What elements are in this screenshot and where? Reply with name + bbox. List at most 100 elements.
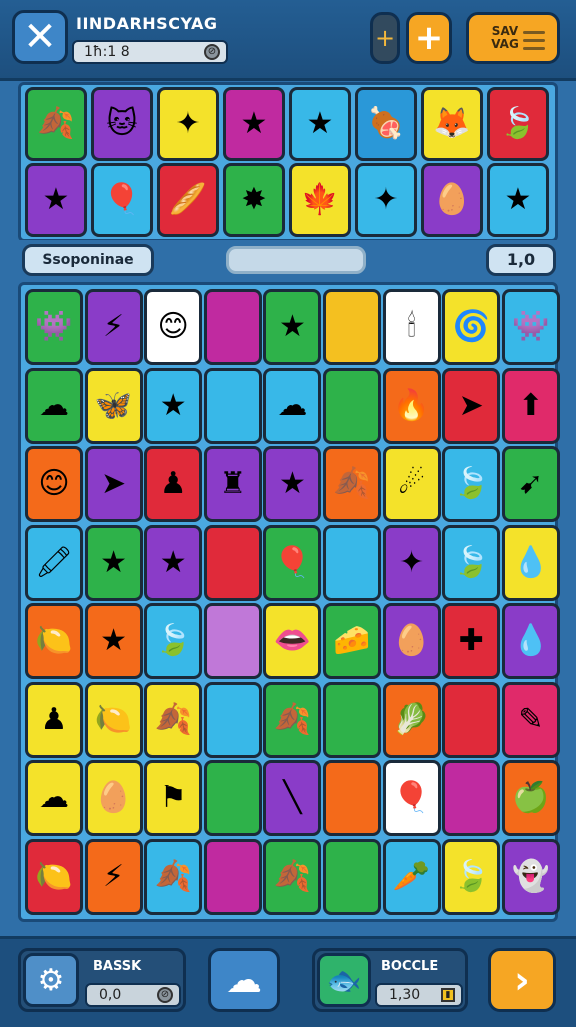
game-tile[interactable]: ♟: [25, 681, 83, 758]
game-tile[interactable]: 🥚: [421, 163, 483, 237]
game-tile[interactable]: 🍂: [144, 681, 203, 758]
game-tile[interactable]: [203, 603, 262, 679]
game-tile[interactable]: 🍃: [487, 87, 549, 161]
game-tile[interactable]: ★: [144, 524, 203, 601]
game-tile[interactable]: [442, 760, 501, 836]
game-tile[interactable]: ★: [144, 367, 203, 444]
game-tile[interactable]: 😊: [144, 289, 203, 365]
bask-button[interactable]: ⚙: [23, 953, 79, 1007]
game-tile[interactable]: [203, 838, 262, 915]
game-tile[interactable]: 🍏: [501, 760, 560, 836]
game-tile[interactable]: 🦋: [84, 367, 143, 444]
game-tile[interactable]: ☁: [25, 760, 83, 836]
game-tile[interactable]: ★: [84, 524, 143, 601]
toggle-button[interactable]: +: [370, 12, 400, 64]
game-tile[interactable]: 🥕: [382, 838, 441, 915]
game-tile[interactable]: ♟: [144, 446, 203, 522]
add-button[interactable]: +: [406, 12, 452, 64]
game-tile[interactable]: 🔥: [382, 367, 441, 444]
save-button[interactable]: SAV VAG: [466, 12, 560, 64]
game-tile[interactable]: ★: [25, 163, 87, 237]
game-tile[interactable]: 🥚: [84, 760, 143, 836]
game-tile[interactable]: 👾: [25, 289, 83, 365]
game-tile[interactable]: 🍃: [442, 524, 501, 601]
game-tile[interactable]: ⚑: [144, 760, 203, 836]
game-tile[interactable]: 🍂: [323, 446, 381, 522]
game-tile[interactable]: [203, 289, 262, 365]
game-tile[interactable]: 🐱: [91, 87, 153, 161]
game-tile[interactable]: [442, 681, 501, 758]
game-tile[interactable]: 🍃: [442, 838, 501, 915]
game-tile[interactable]: [323, 681, 381, 758]
game-tile[interactable]: 🍖: [355, 87, 417, 161]
game-tile[interactable]: 🍃: [442, 446, 501, 522]
game-tile[interactable]: 🍋: [25, 603, 83, 679]
game-tile[interactable]: ☄: [382, 446, 441, 522]
game-tile[interactable]: ★: [84, 603, 143, 679]
game-tile[interactable]: 💧: [501, 524, 560, 601]
game-tile[interactable]: ✚: [442, 603, 501, 679]
game-tile[interactable]: 🎈: [382, 760, 441, 836]
game-tile[interactable]: ☁: [25, 367, 83, 444]
cloud-icon: ☁: [39, 387, 69, 423]
game-tile[interactable]: ✦: [382, 524, 441, 601]
game-tile[interactable]: 🍂: [25, 87, 87, 161]
game-tile[interactable]: 🧀: [323, 603, 381, 679]
game-tile[interactable]: 🕯: [382, 289, 441, 365]
game-tile[interactable]: 🍂: [263, 838, 322, 915]
game-tile[interactable]: [323, 760, 381, 836]
game-tile[interactable]: 👾: [501, 289, 560, 365]
game-tile[interactable]: ♜: [203, 446, 262, 522]
game-tile[interactable]: ★: [263, 289, 322, 365]
game-tile[interactable]: ✸: [223, 163, 285, 237]
game-tile[interactable]: 🎈: [263, 524, 322, 601]
game-tile[interactable]: 🥚: [382, 603, 441, 679]
game-tile[interactable]: ✎: [501, 681, 560, 758]
game-tile[interactable]: 🍂: [144, 838, 203, 915]
game-tile[interactable]: [203, 681, 262, 758]
game-tile[interactable]: 🖍: [25, 524, 83, 601]
game-tile[interactable]: 🥬: [382, 681, 441, 758]
close-button[interactable]: ✕: [12, 10, 68, 64]
game-tile[interactable]: 🥖: [157, 163, 219, 237]
game-tile[interactable]: ★: [223, 87, 285, 161]
game-tile[interactable]: 👄: [263, 603, 322, 679]
game-tile[interactable]: ★: [289, 87, 351, 161]
game-tile[interactable]: 🍋: [25, 838, 83, 915]
game-tile[interactable]: 🍂: [263, 681, 322, 758]
game-tile[interactable]: ➹: [501, 446, 560, 522]
next-button[interactable]: ›: [488, 948, 556, 1012]
game-tile[interactable]: 🍋: [84, 681, 143, 758]
game-tile[interactable]: [203, 524, 262, 601]
game-tile[interactable]: 🍁: [289, 163, 351, 237]
game-tile[interactable]: ★: [263, 446, 322, 522]
game-tile[interactable]: ✦: [157, 87, 219, 161]
boccle-button[interactable]: 🐟: [317, 953, 371, 1007]
game-tile[interactable]: ➤: [442, 367, 501, 444]
game-tile[interactable]: 🍃: [144, 603, 203, 679]
game-tile[interactable]: 👻: [501, 838, 560, 915]
tile-tray: 🍂 🐱 ✦ ★ ★ 🍖 🦊 🍃 ★ 🎈 🥖 ✸ 🍁 ✦ 🥚 ★: [18, 82, 558, 242]
game-tile[interactable]: ⚡: [84, 838, 143, 915]
game-tile[interactable]: ✦: [355, 163, 417, 237]
game-tile[interactable]: [323, 838, 381, 915]
game-tile[interactable]: 🌀: [442, 289, 501, 365]
game-tile[interactable]: [203, 367, 262, 444]
game-tile[interactable]: 😊: [25, 446, 83, 522]
game-tile[interactable]: [323, 524, 381, 601]
game-tile[interactable]: [323, 367, 381, 444]
cloud-icon: ☁: [277, 387, 308, 423]
game-tile[interactable]: ╲: [263, 760, 322, 836]
game-tile[interactable]: ★: [487, 163, 549, 237]
game-tile[interactable]: [203, 760, 262, 836]
game-tile[interactable]: ➤: [84, 446, 143, 522]
game-tile[interactable]: 🎈: [91, 163, 153, 237]
game-tile[interactable]: 🦊: [421, 87, 483, 161]
game-tile[interactable]: ☁: [263, 367, 322, 444]
close-icon: ✕: [23, 14, 57, 60]
game-tile[interactable]: [323, 289, 381, 365]
cloud-button[interactable]: ☁: [208, 948, 280, 1012]
game-tile[interactable]: ⬆: [501, 367, 560, 444]
game-tile[interactable]: ⚡: [84, 289, 143, 365]
game-tile[interactable]: 💧: [501, 603, 560, 679]
